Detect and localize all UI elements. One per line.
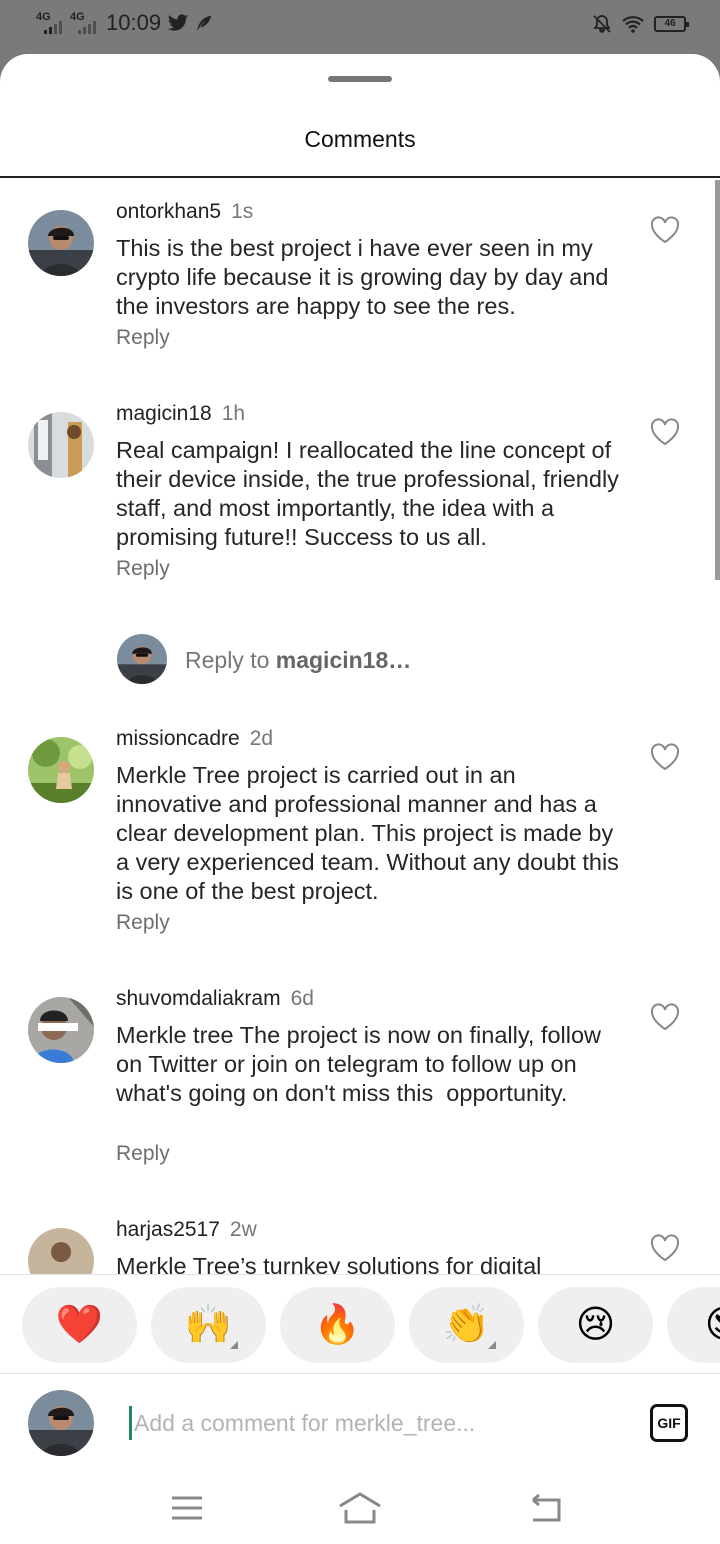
username[interactable]: missioncadre (116, 727, 240, 750)
reply-button[interactable]: Reply (116, 557, 170, 581)
username[interactable]: ontorkhan5 (116, 200, 221, 223)
comment-age: 1s (231, 200, 254, 223)
reply-button[interactable]: Reply (116, 911, 170, 935)
clock: 10:09 (106, 10, 162, 35)
avatar[interactable] (28, 1228, 94, 1274)
reply-button[interactable]: Reply (116, 326, 170, 350)
heart-icon[interactable] (650, 216, 680, 244)
reply-to-text[interactable]: Reply to magicin18… (185, 647, 411, 674)
comment-age: 1h (221, 402, 246, 425)
reaction-raised-hands[interactable]: 🙌 (151, 1287, 266, 1363)
feather-icon (196, 15, 212, 31)
comment-text: Merkle Tree’s turnkey solutions for digi… (116, 1253, 542, 1274)
reaction-fire[interactable]: 🔥 (280, 1287, 395, 1363)
signal-icon-2: 4G (70, 11, 98, 35)
comment-composer: GIF (0, 1374, 720, 1474)
avatar (28, 1390, 94, 1456)
comment-text: This is the best project i have ever see… (116, 235, 609, 319)
divider (0, 176, 720, 178)
comment-age: 2w (229, 1218, 257, 1241)
reaction-crying[interactable]: 😢 (538, 1287, 653, 1363)
heart-icon[interactable] (650, 1234, 680, 1262)
comment-age: 2d (249, 727, 274, 750)
comment-input[interactable] (134, 1406, 614, 1440)
text-cursor (129, 1406, 132, 1440)
back-icon[interactable] (515, 1486, 575, 1530)
comment-author[interactable]: ontorkhan5 1s (116, 200, 253, 224)
username[interactable]: shuvomdaliakram (116, 987, 281, 1010)
comment-list[interactable]: ontorkhan5 1s This is the best project i … (0, 180, 720, 1274)
reaction-raised-hands-glyph: 🙌 (184, 1304, 233, 1346)
status-bar: 4G 4G 10:09 46 (0, 0, 720, 54)
comment-author[interactable]: harjas2517 2w (116, 1218, 257, 1242)
reply-to-username: magicin18… (275, 647, 412, 673)
quick-reactions: ❤️ 🙌 🔥 👏 😢 😍 (0, 1274, 720, 1374)
mute-icon (593, 15, 611, 33)
heart-icon[interactable] (650, 1003, 680, 1031)
reaction-heart[interactable]: ❤️ (22, 1287, 137, 1363)
avatar (117, 634, 167, 684)
heart-icon[interactable] (650, 418, 680, 446)
avatar[interactable] (28, 210, 94, 276)
scrollbar[interactable] (715, 180, 720, 580)
comment-author[interactable]: missioncadre 2d (116, 727, 273, 751)
reply-button[interactable]: Reply (116, 1142, 170, 1166)
comment-text: Merkle tree The project is now on finall… (116, 1022, 608, 1106)
gif-button[interactable]: GIF (650, 1404, 688, 1442)
username[interactable]: harjas2517 (116, 1218, 220, 1241)
menu-icon[interactable] (157, 1486, 217, 1530)
wifi-icon (622, 16, 644, 33)
comment-author[interactable]: shuvomdaliakram 6d (116, 987, 314, 1011)
reaction-clap-glyph: 👏 (442, 1304, 491, 1346)
reaction-heart-eyes[interactable]: 😍 (667, 1287, 720, 1363)
drag-handle[interactable] (328, 76, 392, 82)
comment-text: Merkle Tree project is carried out in an… (116, 762, 619, 904)
username[interactable]: magicin18 (116, 402, 212, 425)
twitter-icon (167, 14, 188, 31)
home-icon[interactable] (330, 1486, 390, 1530)
avatar[interactable] (28, 737, 94, 803)
system-nav-bar (0, 1474, 720, 1544)
heart-icon[interactable] (650, 743, 680, 771)
avatar[interactable] (28, 997, 94, 1063)
comment-text: Real campaign! I reallocated the line co… (116, 437, 619, 550)
comment-age: 6d (290, 987, 314, 1010)
comment-author[interactable]: magicin18 1h (116, 402, 245, 426)
battery-icon: 46 (654, 16, 689, 32)
signal-icon: 4G (36, 11, 64, 35)
page-title: Comments (304, 126, 416, 152)
reply-to-label: Reply to (185, 647, 276, 673)
avatar[interactable] (28, 412, 94, 478)
comments-sheet: Comments ontorkhan5 1s This is the best p… (0, 54, 720, 1544)
reaction-clap[interactable]: 👏 (409, 1287, 524, 1363)
